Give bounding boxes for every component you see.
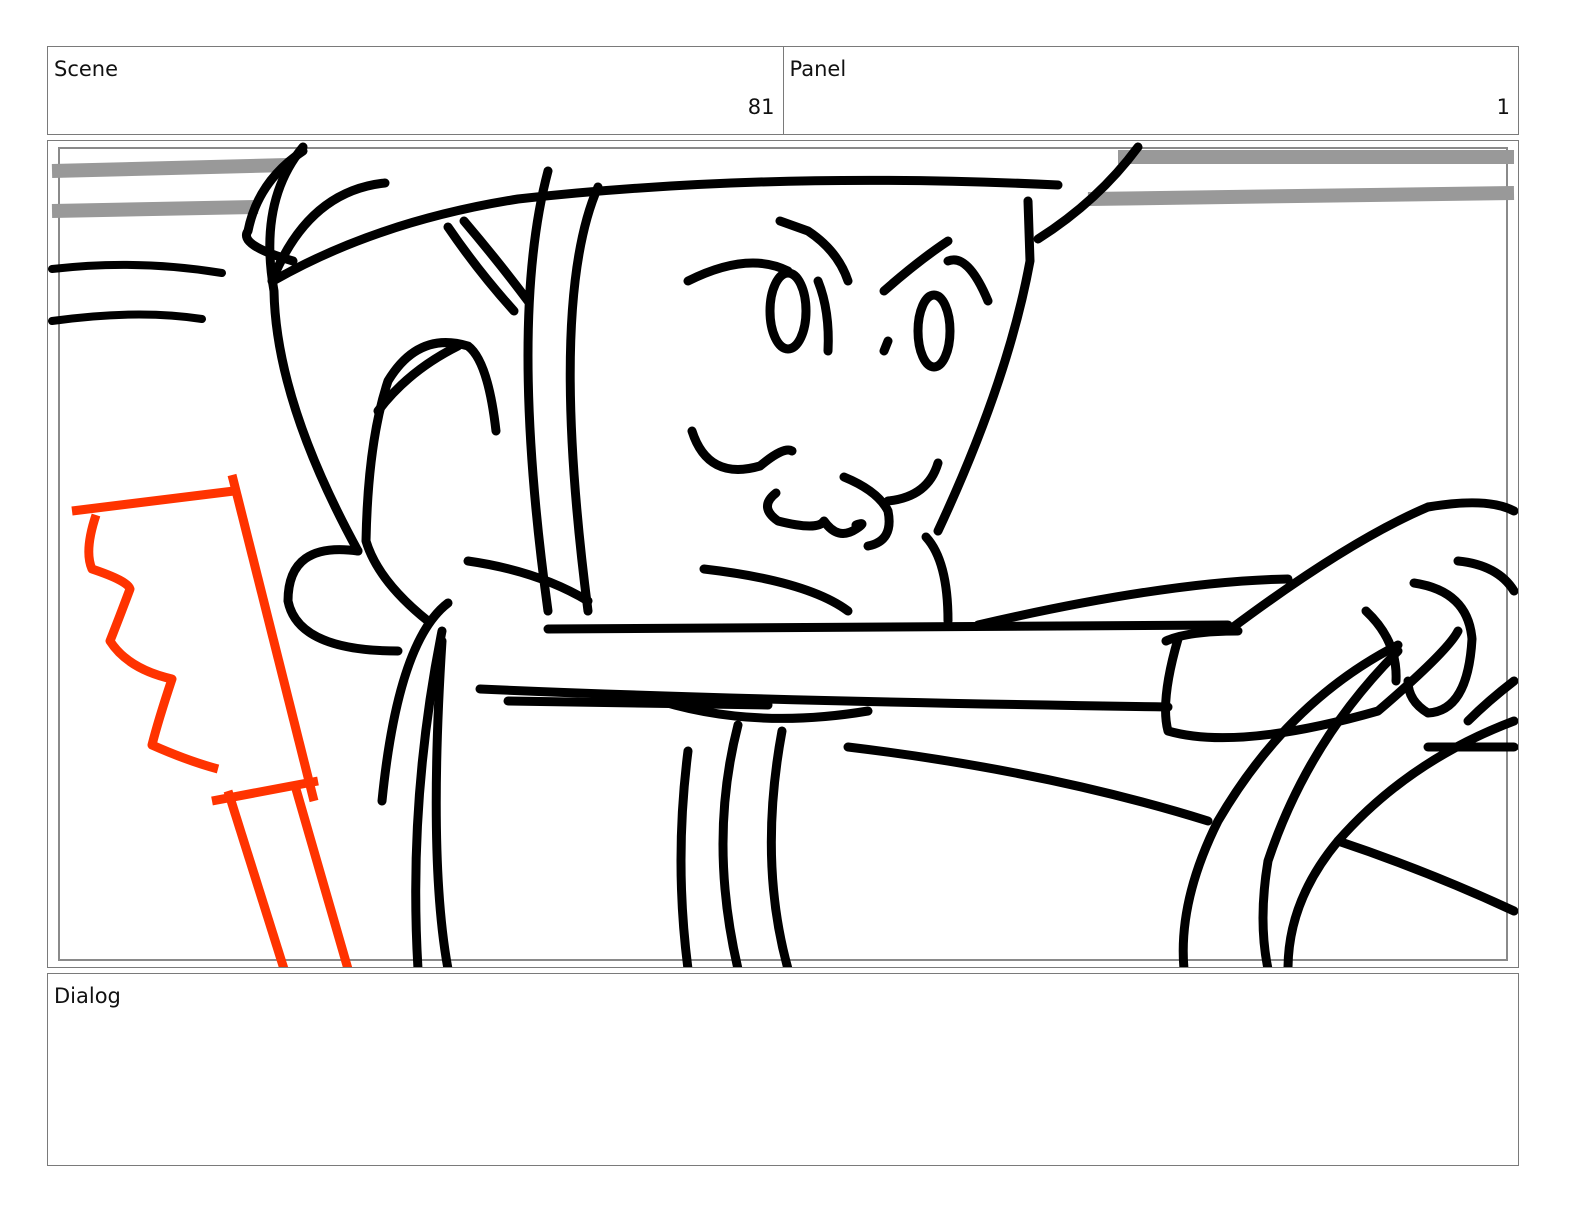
scene-label: Scene bbox=[54, 57, 119, 81]
sketch-drawing bbox=[48, 142, 1518, 967]
scene-cell: Scene 81 bbox=[48, 47, 783, 134]
storyboard-header: Scene 81 Panel 1 bbox=[47, 46, 1519, 135]
motion-lines bbox=[48, 260, 226, 325]
scene-number: 81 bbox=[747, 95, 775, 119]
red-flag-sketch bbox=[71, 473, 353, 967]
panel-label: Panel bbox=[789, 57, 847, 81]
storyboard-panel-image bbox=[47, 140, 1519, 968]
panel-number: 1 bbox=[1496, 95, 1510, 119]
dialog-label: Dialog bbox=[54, 984, 121, 1008]
character-sketch bbox=[242, 142, 1518, 967]
dialog-box: Dialog bbox=[47, 973, 1519, 1166]
panel-cell: Panel 1 bbox=[782, 47, 1519, 134]
